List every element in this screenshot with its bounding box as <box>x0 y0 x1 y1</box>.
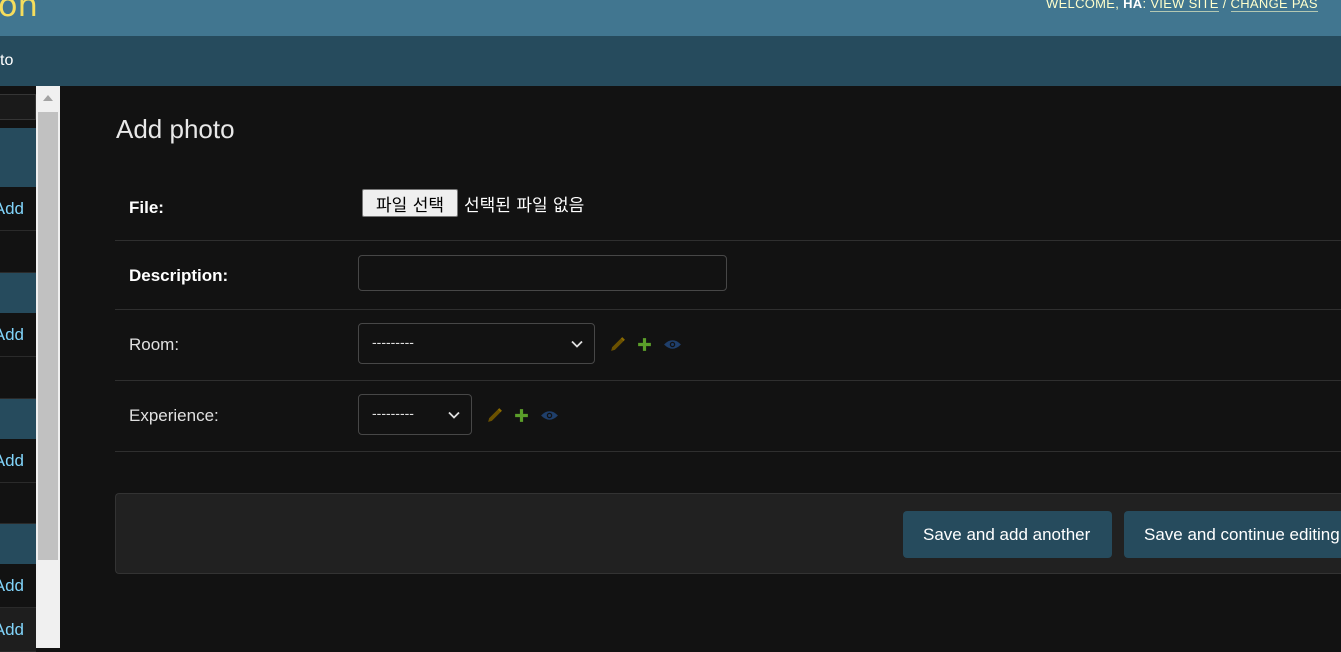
add-link[interactable]: Add <box>0 325 24 345</box>
eye-icon[interactable] <box>540 407 559 424</box>
model-row: Add <box>0 608 36 652</box>
pencil-icon[interactable] <box>486 407 503 424</box>
eye-icon[interactable] <box>663 336 682 353</box>
change-password-link[interactable]: CHANGE PAS <box>1230 0 1318 12</box>
site-branding[interactable]: on <box>0 0 38 24</box>
room-related-actions <box>609 336 682 353</box>
app-caption[interactable] <box>0 128 36 187</box>
choose-file-button[interactable]: 파일 선택 <box>362 189 458 217</box>
page-title: Add photo <box>116 114 235 144</box>
submit-row: Save and add another Save and continue e… <box>115 493 1341 574</box>
chevron-down-icon <box>571 340 583 348</box>
save-and-add-another-button[interactable]: Save and add another <box>903 511 1112 558</box>
experience-select[interactable]: --------- <box>358 394 472 435</box>
nav-filter-input[interactable] <box>0 94 36 120</box>
plus-icon[interactable] <box>636 336 653 353</box>
scroll-up-arrow-icon[interactable] <box>36 86 60 110</box>
plus-icon[interactable] <box>513 407 530 424</box>
nav-sidebar: Add Add Add Add Add <box>0 86 36 652</box>
form-row-experience: Experience: --------- <box>115 381 1341 452</box>
app-caption[interactable] <box>0 273 36 313</box>
model-row <box>0 483 36 524</box>
username: HA <box>1123 0 1143 11</box>
description-label: Description: <box>129 266 229 285</box>
breadcrumb-current: to <box>0 52 14 69</box>
user-tools-separator: / <box>1222 0 1227 11</box>
description-input[interactable] <box>358 255 727 291</box>
model-row: Add <box>0 187 36 231</box>
scroll-thumb[interactable] <box>38 112 58 560</box>
add-link[interactable]: Add <box>0 576 24 596</box>
chevron-down-icon <box>448 411 460 419</box>
experience-label: Experience: <box>129 406 219 425</box>
model-row: Add <box>0 313 36 357</box>
site-header: on WELCOME, HA: VIEW SITE / CHANGE PAS <box>0 0 1341 36</box>
app-caption[interactable] <box>0 399 36 439</box>
form-row-description: Description: <box>115 241 1341 310</box>
form-row-file: File: 파일 선택 선택된 파일 없음 <box>115 173 1341 241</box>
model-row <box>0 231 36 273</box>
sidebar-scrollbar[interactable] <box>36 86 60 648</box>
pencil-icon[interactable] <box>609 336 626 353</box>
save-and-continue-button[interactable]: Save and continue editing <box>1124 511 1341 558</box>
form-row-room: Room: --------- <box>115 310 1341 381</box>
room-label: Room: <box>129 335 180 354</box>
add-link[interactable]: Add <box>0 199 24 219</box>
room-select[interactable]: --------- <box>358 323 595 364</box>
add-link[interactable]: Add <box>0 620 24 640</box>
welcome-text: WELCOME, <box>1046 0 1120 11</box>
app-caption[interactable] <box>0 524 36 564</box>
room-selected-value: --------- <box>372 334 414 350</box>
view-site-link[interactable]: VIEW SITE <box>1150 0 1219 12</box>
add-link[interactable]: Add <box>0 451 24 471</box>
experience-selected-value: --------- <box>372 405 414 421</box>
breadcrumb: to <box>0 36 1341 86</box>
file-status-text: 선택된 파일 없음 <box>464 196 585 216</box>
model-row: Add <box>0 564 36 608</box>
model-row: Add <box>0 439 36 483</box>
user-tools: WELCOME, HA: VIEW SITE / CHANGE PAS <box>1046 0 1318 12</box>
experience-related-actions <box>486 407 559 424</box>
model-row <box>0 357 36 399</box>
file-label: File: <box>129 198 164 217</box>
